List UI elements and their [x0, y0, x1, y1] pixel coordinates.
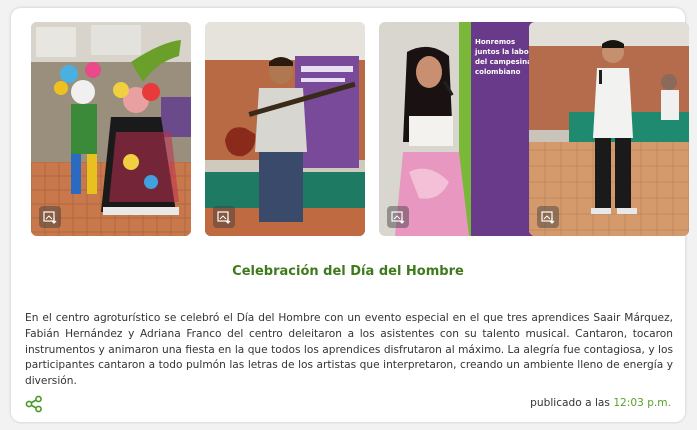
photo-carnival-performers	[31, 22, 191, 236]
photo-male-singer	[529, 22, 689, 236]
share-icon[interactable]	[25, 395, 43, 413]
post-card: Honremos juntos la labor del campesinado…	[11, 8, 689, 422]
gallery-photo-2[interactable]	[205, 22, 365, 236]
download-image-icon[interactable]	[387, 206, 409, 228]
gallery-photo-1[interactable]	[31, 22, 191, 236]
photo-bass-guitarist	[205, 22, 365, 236]
gallery-photo-4[interactable]	[529, 22, 689, 236]
download-image-icon[interactable]	[537, 206, 559, 228]
photo-gallery: Honremos juntos la labor del campesinado…	[31, 22, 689, 236]
published-prefix: publicado a las	[530, 397, 610, 409]
svg-text:colombiano: colombiano	[475, 68, 521, 76]
published-time: 12:03 p.m.	[613, 397, 671, 409]
post-title: Celebración del Día del Hombre	[232, 264, 464, 279]
gallery-photo-3[interactable]: Honremos juntos la labor del campesinado…	[379, 22, 539, 236]
svg-text:Honremos: Honremos	[475, 38, 515, 46]
svg-text:juntos la labor: juntos la labor	[474, 48, 533, 56]
download-image-icon[interactable]	[39, 206, 61, 228]
download-image-icon[interactable]	[213, 206, 235, 228]
post-description: En el centro agroturístico se celebró el…	[25, 312, 673, 388]
published-info: publicado a las 12:03 p.m.	[530, 397, 671, 409]
photo-female-singer: Honremos juntos la labor del campesinado…	[379, 22, 539, 236]
